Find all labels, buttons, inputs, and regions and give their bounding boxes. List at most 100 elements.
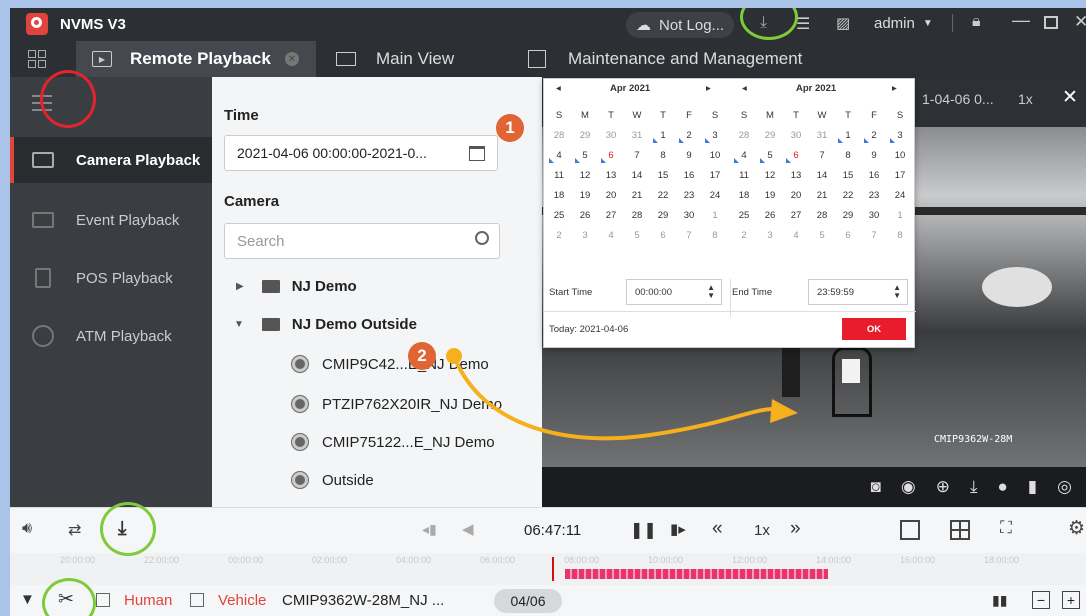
location-pin-icon[interactable]: ● [998, 477, 1008, 497]
calendar-day[interactable]: 4 [546, 145, 572, 165]
calendar-day[interactable]: 3 [757, 225, 783, 245]
calendar-day[interactable]: 30 [676, 205, 702, 225]
calendar-day[interactable]: 29 [757, 125, 783, 145]
layout-grid-icon[interactable] [950, 520, 970, 540]
calendar-day[interactable]: 30 [861, 205, 887, 225]
sidebar-item-event-playback[interactable]: Event Playback [10, 197, 212, 243]
cloud-status-button[interactable]: ☁ Not Log... [626, 12, 735, 38]
filter-icon[interactable]: ▼ [20, 591, 35, 608]
maximize-icon[interactable] [1044, 16, 1058, 29]
expand-arrow-icon[interactable]: ▶ [236, 281, 244, 292]
close-icon[interactable]: ✕ [1074, 12, 1086, 32]
calendar-day[interactable]: 21 [624, 185, 650, 205]
search-icon[interactable] [475, 231, 489, 245]
calendar-day[interactable]: 23 [676, 185, 702, 205]
zoom-out-icon[interactable]: − [1032, 591, 1050, 609]
calendar-day[interactable]: 1 [835, 125, 861, 145]
sidebar-item-camera-playback[interactable]: Camera Playback [10, 137, 212, 183]
reverse-icon[interactable]: ◀ [462, 520, 474, 538]
settings-gear-icon[interactable]: ⚙ [1068, 517, 1085, 540]
tab-close-icon[interactable]: ✕ [284, 52, 299, 66]
calendar-day[interactable]: 17 [887, 165, 913, 185]
recording-segment[interactable] [565, 569, 828, 579]
calendar-day[interactable]: 29 [572, 125, 598, 145]
fullscreen-icon[interactable]: ⛶ [1000, 518, 1012, 538]
calendar-day[interactable]: 5 [572, 145, 598, 165]
calendar-day[interactable]: 21 [809, 185, 835, 205]
pause-icon[interactable]: ❚❚ [630, 520, 657, 540]
more-options-icon[interactable]: ◎ [1057, 477, 1072, 497]
calendar-day[interactable]: 4 [598, 225, 624, 245]
calendar-day[interactable]: 2 [731, 225, 757, 245]
calendar-day[interactable]: 14 [809, 165, 835, 185]
calendar-day[interactable]: 28 [624, 205, 650, 225]
calendar-day[interactable]: 31 [624, 125, 650, 145]
grid-menu-icon[interactable] [28, 50, 46, 68]
calendar-day[interactable]: 2 [676, 125, 702, 145]
video-close-icon[interactable]: ✕ [1062, 86, 1078, 109]
task-list-icon[interactable]: ☰ [796, 14, 810, 34]
calendar-day[interactable]: 20 [598, 185, 624, 205]
calendar-day[interactable]: 24 [702, 185, 728, 205]
tab-main-view[interactable]: Main View [336, 41, 454, 77]
spinner-icon[interactable]: ▲ ▼ [893, 284, 901, 300]
date-badge[interactable]: 04/06 [494, 589, 562, 613]
calendar-day[interactable]: 4 [783, 225, 809, 245]
calendar-day[interactable]: 12 [757, 165, 783, 185]
stop-all-icon[interactable] [900, 520, 920, 540]
calendar-day[interactable]: 16 [861, 165, 887, 185]
calendar-day[interactable]: 3 [702, 125, 728, 145]
calendar-day[interactable]: 18 [546, 185, 572, 205]
tab-remote-playback[interactable]: ▶ Remote Playback ✕ [76, 41, 316, 77]
next-frame-icon[interactable]: ▮▸ [670, 520, 686, 538]
calendar-day[interactable]: 8 [887, 225, 913, 245]
calendar-day[interactable]: 4 [731, 145, 757, 165]
calendar-day[interactable]: 5 [809, 225, 835, 245]
calendar-day[interactable]: 27 [783, 205, 809, 225]
calendar-day[interactable]: 24 [887, 185, 913, 205]
calendar-day[interactable]: 27 [598, 205, 624, 225]
calendar-day[interactable]: 26 [572, 205, 598, 225]
tree-node-nj-demo[interactable]: ▶ NJ Demo [212, 267, 552, 305]
calendar-day[interactable]: 28 [731, 125, 757, 145]
calendar-day[interactable]: 15 [650, 165, 676, 185]
camera-snapshot-icon[interactable]: ◙ [871, 477, 881, 497]
calendar-day[interactable]: 26 [757, 205, 783, 225]
end-time-input[interactable]: 23:59:59 ▲ ▼ [808, 279, 908, 305]
timeline-scale-icon[interactable]: ▮▮ [992, 592, 1007, 609]
calendar-day[interactable]: 29 [835, 205, 861, 225]
prev-frame-icon[interactable]: ◂▮ [422, 521, 437, 538]
prev-month-icon[interactable]: ◂ [742, 83, 747, 94]
calendar-day[interactable]: 25 [731, 205, 757, 225]
calendar-day[interactable]: 28 [809, 205, 835, 225]
calendar-day[interactable]: 7 [861, 225, 887, 245]
adjust-icon[interactable]: ⇄ [68, 520, 81, 540]
date-range-calendar[interactable]: ◂ Apr 2021 ▸ ◂ Apr 2021 ▸ S M T W T F S 28 29 30 3… [543, 78, 916, 348]
calendar-day[interactable]: 9 [676, 145, 702, 165]
calendar-day[interactable]: 13 [598, 165, 624, 185]
search-input[interactable]: Search [224, 223, 500, 259]
lock-icon[interactable]: 🔒︎ [972, 13, 981, 31]
vehicle-checkbox[interactable] [190, 593, 204, 607]
speed-up-icon[interactable]: » [790, 518, 801, 540]
calendar-day[interactable]: 12 [572, 165, 598, 185]
tab-maintenance[interactable]: Maintenance and Management [528, 41, 802, 77]
sidebar-item-atm-playback[interactable]: ATM Playback [10, 313, 212, 359]
calendar-day[interactable]: 15 [835, 165, 861, 185]
download-clip-icon[interactable]: ⤓ [970, 477, 978, 497]
calendar-day[interactable]: 16 [676, 165, 702, 185]
calendar-icon[interactable] [469, 146, 485, 161]
calendar-day[interactable]: 28 [546, 125, 572, 145]
calendar-day[interactable]: 22 [835, 185, 861, 205]
calendar-day[interactable]: 23 [861, 185, 887, 205]
calendar-day[interactable]: 25 [546, 205, 572, 225]
calendar-day[interactable]: 6 [783, 145, 809, 165]
calendar-day[interactable]: 31 [809, 125, 835, 145]
calendar-day[interactable]: 30 [598, 125, 624, 145]
calendar-day[interactable]: 11 [731, 165, 757, 185]
calendar-day[interactable]: 11 [546, 165, 572, 185]
human-checkbox[interactable] [96, 593, 110, 607]
volume-icon[interactable]: 🔊︎ [22, 520, 32, 538]
spinner-icon[interactable]: ▲ ▼ [707, 284, 715, 300]
calendar-day[interactable]: 10 [702, 145, 728, 165]
